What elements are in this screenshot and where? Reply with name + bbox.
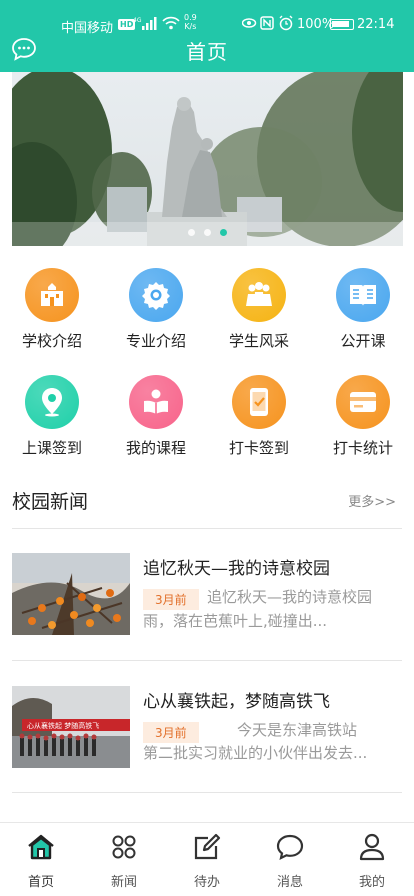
carousel-dot[interactable] (188, 229, 195, 236)
eye-icon (242, 18, 257, 28)
battery-icon (330, 19, 354, 30)
tab-label: 新闻 (110, 875, 137, 890)
battery-percent: 100% (297, 17, 335, 32)
grid-item-students[interactable]: 学生风采 (207, 264, 311, 354)
tab-label: 我的 (358, 875, 385, 890)
reading-icon (129, 375, 183, 429)
home-icon (0, 831, 82, 863)
tab-label: 消息 (276, 875, 303, 890)
wifi-icon (162, 16, 180, 30)
news-time-badge: 3月前 (143, 589, 199, 610)
message-icon (249, 831, 331, 863)
grid-item-label: 学校介绍 (21, 332, 82, 350)
signal-icon: 4G (133, 17, 157, 30)
banner-image (12, 72, 403, 246)
bottom-tab-bar: 首页 新闻 待办 消息 我的 (0, 822, 414, 896)
carrier-label: 中国移动 (61, 21, 114, 36)
news-title: 心从襄铁起，梦随高铁飞 (143, 692, 330, 712)
grid-item-card[interactable]: 打卡统计 (311, 371, 414, 461)
tab-profile[interactable]: 我的 (331, 831, 413, 890)
location-icon (25, 375, 79, 429)
speed-value: 0.9 (184, 13, 197, 22)
top-bar: 中国移动 HD 4G 0.9 K/s 100% 22:14 首页 (0, 0, 414, 72)
grid-item-label: 学生风采 (228, 332, 289, 350)
divider (12, 792, 402, 793)
phone-check-icon (232, 375, 286, 429)
divider (12, 528, 402, 529)
svg-text:4G: 4G (133, 17, 142, 24)
grid-item-phone-check[interactable]: 打卡签到 (207, 371, 311, 461)
news-title: 追忆秋天—我的诗意校园 (143, 559, 330, 579)
carousel-dots (12, 229, 403, 236)
card-icon (336, 375, 390, 429)
tab-message[interactable]: 消息 (249, 831, 331, 890)
carousel-dot[interactable] (220, 229, 227, 236)
news-thumbnail: 心从襄铁起 梦随高铁飞 (12, 686, 130, 768)
grid-item-label: 专业介绍 (125, 332, 186, 350)
alarm-icon (279, 15, 293, 31)
news-section-title: 校园新闻 (12, 491, 89, 513)
status-icons (242, 15, 293, 31)
tab-label: 待办 (193, 875, 220, 890)
svg-text:心从襄铁起 梦随高铁飞: 心从襄铁起 梦随高铁飞 (27, 721, 99, 730)
page-title: 首页 (186, 40, 228, 64)
grid-item-label: 公开课 (340, 332, 386, 350)
grid-item-label: 我的课程 (125, 439, 186, 457)
grid-item-label: 上课签到 (21, 439, 82, 457)
clock: 22:14 (357, 17, 395, 32)
news-thumbnail (12, 553, 130, 635)
news-item[interactable]: 追忆秋天—我的诗意校园 追忆秋天—我的诗意校园 雨，落在芭蕉叶上,碰撞出... … (12, 553, 402, 663)
news-time-badge: 3月前 (143, 722, 199, 743)
grid-item-label: 打卡签到 (228, 439, 289, 457)
network-speed: 0.9 K/s (184, 13, 197, 31)
news-item[interactable]: 心从襄铁起 梦随高铁飞 心从襄铁起，梦随高铁飞 今天是东津高铁站 第二批实习就业… (12, 686, 402, 796)
banner-carousel[interactable] (12, 72, 403, 246)
grid-item-badge[interactable]: 专业介绍 (104, 264, 208, 354)
grid-item-reading[interactable]: 我的课程 (104, 371, 208, 461)
carousel-dot[interactable] (204, 229, 211, 236)
more-news-link[interactable]: 更多>> (348, 491, 396, 510)
speed-unit: K/s (184, 22, 197, 31)
school-icon (25, 268, 79, 322)
divider (12, 660, 402, 661)
grid-item-location[interactable]: 上课签到 (0, 371, 104, 461)
tab-todo[interactable]: 待办 (166, 831, 248, 890)
profile-icon (331, 831, 413, 863)
book-icon (336, 268, 390, 322)
badge-icon (129, 268, 183, 322)
grid-item-label: 打卡统计 (332, 439, 393, 457)
tab-news[interactable]: 新闻 (83, 831, 165, 890)
news-icon (83, 831, 165, 863)
tab-home[interactable]: 首页 (0, 831, 82, 890)
grid-item-school[interactable]: 学校介绍 (0, 264, 104, 354)
nfc-icon (260, 16, 274, 30)
students-icon (232, 268, 286, 322)
news-summary-line2: 第二批实习就业的小伙伴出发去... (143, 744, 368, 762)
grid-item-book[interactable]: 公开课 (311, 264, 414, 354)
todo-icon (166, 831, 248, 863)
tab-label: 首页 (27, 875, 54, 890)
